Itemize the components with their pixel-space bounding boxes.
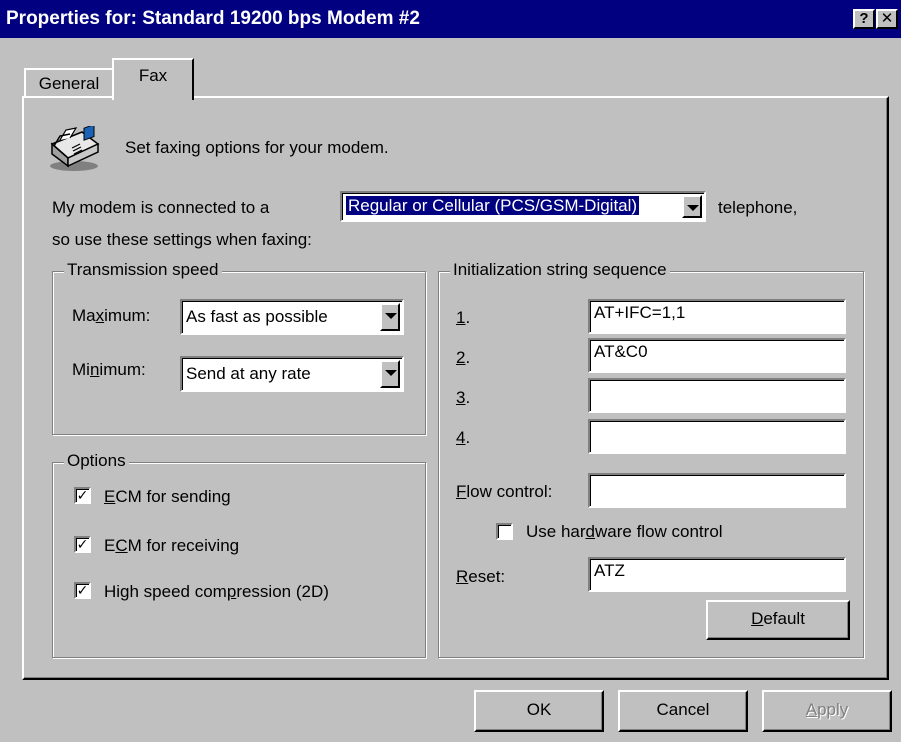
- apply-button-label: Apply: [805, 700, 849, 719]
- maximum-label: Maximum:: [72, 306, 151, 325]
- title-bar: Properties for: Standard 19200 bps Modem…: [0, 0, 901, 38]
- intro-text: Set faxing options for your modem.: [125, 138, 389, 157]
- hardware-flow-label: Use hardware flow control: [526, 522, 723, 541]
- high-speed-compression-checkbox[interactable]: ✓: [74, 582, 91, 599]
- tab-fax-label: Fax: [138, 66, 168, 85]
- tab-general-label: General: [38, 74, 100, 93]
- init-string-4-input[interactable]: [588, 419, 846, 454]
- options-title: Options: [64, 451, 129, 471]
- init-string-title: Initialization string sequence: [450, 260, 670, 280]
- init-row-1-label: 1.: [456, 308, 471, 327]
- reset-input[interactable]: ATZ: [588, 557, 846, 592]
- ecm-sending-checkbox[interactable]: ✓: [74, 487, 91, 504]
- ok-button[interactable]: OK: [474, 690, 604, 732]
- help-button[interactable]: ?: [853, 9, 875, 29]
- transmission-speed-group: [52, 271, 426, 435]
- init-row-3-label: 3.: [456, 388, 471, 407]
- maximum-speed-select[interactable]: As fast as possible: [180, 299, 404, 335]
- apply-button[interactable]: Apply: [762, 690, 892, 732]
- minimum-speed-select[interactable]: Send at any rate: [180, 356, 404, 392]
- phone-type-value: Regular or Cellular (PCS/GSM-Digital): [344, 195, 641, 216]
- init-string-2-input[interactable]: AT&C0: [588, 338, 846, 373]
- init-string-1-input[interactable]: AT+IFC=1,1: [588, 299, 846, 334]
- window-title: Properties for: Standard 19200 bps Modem…: [6, 8, 420, 29]
- minimum-speed-value: Send at any rate: [186, 364, 311, 383]
- phone-type-select[interactable]: Regular or Cellular (PCS/GSM-Digital): [340, 191, 706, 222]
- maximum-speed-value: As fast as possible: [186, 307, 328, 326]
- init-row-4-label: 4.: [456, 428, 471, 447]
- hardware-flow-checkbox[interactable]: [496, 523, 513, 540]
- default-button-label: Default: [751, 609, 805, 628]
- ecm-receiving-checkbox[interactable]: ✓: [74, 536, 91, 553]
- flow-control-input[interactable]: [588, 473, 846, 508]
- connected-prefix-label: My modem is connected to a: [52, 198, 270, 217]
- init-string-3-input[interactable]: [588, 378, 846, 413]
- cancel-button[interactable]: Cancel: [618, 690, 748, 732]
- chevron-down-icon[interactable]: [380, 360, 400, 388]
- transmission-speed-title: Transmission speed: [64, 260, 222, 280]
- minimum-label: Minimum:: [72, 360, 146, 379]
- chevron-down-icon[interactable]: [682, 195, 702, 218]
- chevron-down-icon[interactable]: [380, 303, 400, 331]
- tab-fax[interactable]: Fax: [112, 58, 194, 100]
- flow-control-label: Flow control:: [456, 482, 553, 501]
- ecm-receiving-label: ECM for receiving: [104, 536, 240, 555]
- default-button[interactable]: Default: [706, 600, 850, 640]
- high-speed-compression-label: High speed compression (2D): [104, 582, 329, 601]
- tab-general[interactable]: General: [24, 68, 114, 98]
- connected-suffix-label: telephone,: [718, 198, 798, 217]
- init-row-2-label: 2.: [456, 348, 471, 367]
- close-button[interactable]: ✕: [876, 9, 898, 29]
- reset-label: Reset:: [456, 567, 506, 586]
- fax-modem-icon: [50, 126, 100, 171]
- settings-note: so use these settings when faxing:: [52, 230, 312, 249]
- close-icon: ✕: [880, 10, 894, 27]
- ecm-sending-label: ECM for sending: [104, 487, 231, 506]
